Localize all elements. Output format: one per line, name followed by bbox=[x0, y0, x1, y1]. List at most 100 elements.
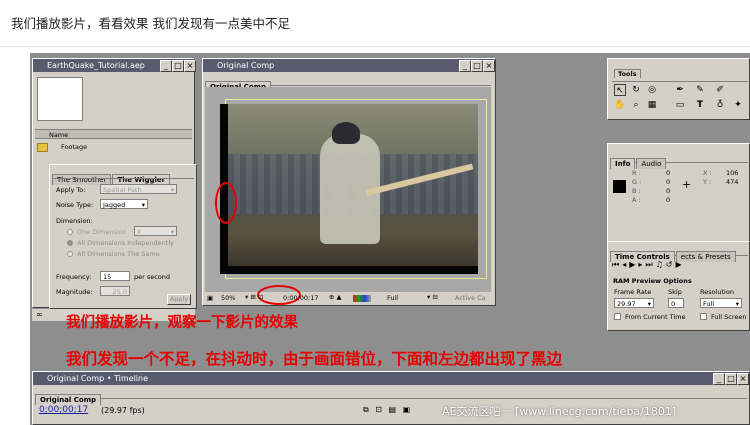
hand-tool-icon[interactable]: ✋ bbox=[614, 99, 626, 111]
ram-preview-icon[interactable]: ▶ bbox=[675, 260, 684, 269]
chevron-down-icon: ▾ bbox=[170, 228, 174, 236]
project-thumbnail bbox=[37, 77, 83, 121]
all-independently-radio[interactable] bbox=[67, 240, 73, 246]
tools-tab[interactable]: Tools bbox=[614, 69, 641, 78]
zoom-tool-icon[interactable]: ⌕ bbox=[630, 99, 642, 111]
info-a-label: A : bbox=[632, 196, 641, 204]
comp-window-title: Original Comp bbox=[203, 59, 495, 72]
last-frame-icon[interactable]: ⏭ bbox=[645, 260, 655, 269]
eraser-tool-icon[interactable]: ✐ bbox=[714, 84, 726, 96]
footage-folder-row[interactable]: Footage bbox=[35, 142, 192, 152]
maximize-button[interactable]: □ bbox=[172, 60, 184, 72]
info-g-label: G : bbox=[632, 178, 642, 186]
audio-icon[interactable]: ♫ bbox=[656, 260, 666, 269]
rectangle-tool-icon[interactable]: ▭ bbox=[674, 99, 686, 111]
channel-icon[interactable] bbox=[353, 295, 371, 302]
color-swatch bbox=[613, 180, 626, 193]
apply-button[interactable]: Apply bbox=[167, 294, 191, 305]
frame-rate-label: Frame Rate bbox=[614, 288, 652, 296]
caption-divider bbox=[0, 46, 750, 47]
text-tool-icon[interactable]: T bbox=[694, 99, 706, 111]
pan-behind-tool-icon[interactable]: ▦ bbox=[646, 99, 658, 111]
info-r-value: 0 bbox=[666, 169, 671, 177]
folder-icon bbox=[37, 143, 48, 152]
minimize-button[interactable]: _ bbox=[459, 60, 471, 72]
tab-info[interactable]: Info bbox=[610, 158, 636, 169]
apply-to-select[interactable]: Spatial Path ▾ bbox=[100, 184, 177, 194]
embedded-screenshot: EarthQuake_Tutorial.aep _ □ × Name Foota… bbox=[30, 53, 750, 425]
chevron-down-icon: ▾ bbox=[647, 300, 651, 308]
all-independently-label: All Dimensions Independently bbox=[77, 239, 174, 247]
camera-select[interactable]: Active Ca bbox=[455, 294, 486, 302]
rotate-tool-icon[interactable]: ↻ bbox=[630, 84, 642, 96]
annotation-line-1: 我们播放影片，观察一下影片的效果 bbox=[66, 314, 298, 331]
minimize-button[interactable]: _ bbox=[160, 60, 172, 72]
magnitude-label: Magnitude: bbox=[56, 288, 93, 296]
maximize-button[interactable]: □ bbox=[725, 373, 737, 385]
pen-tool-icon[interactable]: ✒ bbox=[674, 84, 686, 96]
resolution-select[interactable]: Full bbox=[387, 294, 398, 302]
close-button[interactable]: × bbox=[483, 60, 495, 72]
first-frame-icon[interactable]: ⏮ bbox=[612, 260, 622, 269]
info-palette: Info Audio R : 0 G : 0 B : 0 A : 0 + X : … bbox=[607, 143, 750, 243]
one-dimension-select[interactable]: X ▾ bbox=[134, 226, 177, 236]
frequency-input[interactable]: 15 bbox=[100, 271, 130, 281]
comp-viewer bbox=[205, 87, 491, 305]
info-b-value: 0 bbox=[666, 187, 671, 195]
all-same-radio[interactable] bbox=[67, 251, 73, 257]
loop-icon[interactable]: ↺ bbox=[666, 260, 676, 269]
snapshot-icon[interactable]: ⊕ ▲ bbox=[329, 293, 342, 301]
chevron-down-icon: ▾ bbox=[141, 201, 145, 209]
timeline-switch-icons[interactable]: ⧉ ⊡ ▤ ▣ bbox=[363, 405, 412, 415]
wiggler-panel: The Smoother The Wiggler Apply To: Spatia… bbox=[49, 164, 197, 309]
noise-type-label: Noise Type: bbox=[56, 201, 94, 209]
region-icon[interactable]: ▾ ⊞ ⊡ bbox=[245, 293, 263, 301]
selection-tool-icon[interactable]: ↖ bbox=[614, 84, 626, 96]
skip-input[interactable]: 0 bbox=[668, 298, 684, 308]
from-current-label: From Current Time bbox=[625, 313, 686, 321]
all-same-label: All Dimensions The Same bbox=[77, 250, 160, 258]
noise-type-select[interactable]: Jagged ▾ bbox=[100, 199, 148, 209]
brush-tool-icon[interactable]: ✎ bbox=[694, 84, 706, 96]
chevron-down-icon: ▾ bbox=[735, 300, 739, 308]
from-current-checkbox[interactable] bbox=[614, 313, 621, 320]
frame-rate-select[interactable]: 29.97 ▾ bbox=[614, 298, 654, 308]
tab-audio[interactable]: Audio bbox=[636, 158, 667, 169]
flowchart-icon[interactable]: ∞ bbox=[36, 310, 43, 319]
composition-window: Original Comp _ □ × Original Comp ▣ 50% … bbox=[202, 58, 496, 306]
comp-timecode[interactable]: 0;00;00;17 bbox=[283, 294, 319, 302]
one-dimension-label: One Dimension bbox=[77, 228, 127, 236]
tools-palette: Tools ↖ ↻ ◎ ✒ ✎ ✐ ✋ ⌕ ▦ ▭ T ♁ ✦ bbox=[607, 58, 750, 120]
camera-tool-icon[interactable]: ◎ bbox=[646, 84, 658, 96]
name-column-label: Name bbox=[49, 131, 69, 139]
timeline-timecode[interactable]: 0;00;00;17 bbox=[39, 405, 88, 415]
timeline-title: Original Comp • Timeline bbox=[33, 372, 749, 385]
resolution-select[interactable]: Full ▾ bbox=[700, 298, 742, 308]
annotation-circle-left bbox=[215, 182, 237, 224]
minimize-button[interactable]: _ bbox=[713, 373, 725, 385]
timeline-fps: (29.97 fps) bbox=[101, 406, 145, 415]
play-icon[interactable]: ▶ bbox=[629, 260, 638, 269]
maximize-button[interactable]: □ bbox=[471, 60, 483, 72]
time-controls-palette: Time Controls ects & Presets ⏮◂▶▸⏭♫↺▶ RAM… bbox=[607, 241, 750, 331]
footage-folder-label: Footage bbox=[61, 143, 88, 151]
frame-icon[interactable]: ▣ bbox=[207, 294, 213, 302]
clone-tool-icon[interactable]: ♁ bbox=[714, 99, 726, 111]
project-name-column[interactable]: Name bbox=[35, 129, 192, 139]
magnitude-input[interactable]: 25.0 bbox=[100, 286, 130, 296]
comp-footer: ▣ 50% ▾ ⊞ ⊡ 0;00;00;17 ⊕ ▲ Full ▾ ⊟ Acti… bbox=[205, 293, 493, 305]
zoom-level[interactable]: 50% bbox=[221, 294, 235, 302]
video-frame-baseball bbox=[220, 104, 478, 274]
pin-tool-icon[interactable]: ✦ bbox=[732, 99, 744, 111]
region-of-interest-icon[interactable]: ▾ ⊟ bbox=[427, 293, 438, 301]
close-button[interactable]: × bbox=[184, 60, 196, 72]
chevron-down-icon: ▾ bbox=[170, 186, 174, 194]
info-x-label: X : bbox=[703, 169, 712, 177]
apply-to-label: Apply To: bbox=[56, 186, 86, 194]
one-dimension-radio[interactable] bbox=[67, 229, 73, 235]
tab-timeline-comp[interactable]: Original Comp bbox=[35, 394, 102, 405]
post-caption: 我们播放影片，看看效果 我们发现有一点美中不足 bbox=[11, 16, 290, 31]
close-button[interactable]: × bbox=[737, 373, 749, 385]
full-screen-checkbox[interactable] bbox=[700, 313, 707, 320]
annotation-line-2: 我们发现一个不足，在抖动时，由于画面错位，下面和左边都出现了黑边 bbox=[66, 349, 563, 368]
